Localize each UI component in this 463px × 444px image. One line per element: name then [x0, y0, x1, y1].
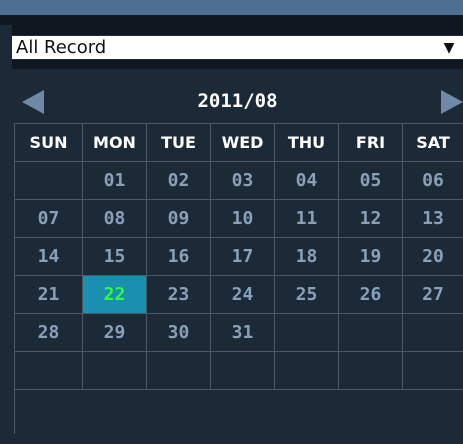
record-filter-area: All Record ▼: [12, 25, 463, 69]
day-cell[interactable]: [15, 352, 83, 390]
day-cell[interactable]: 15: [83, 238, 147, 276]
weekday-tue: TUE: [147, 124, 211, 162]
week-row-5: 28 29 30 31: [15, 314, 463, 352]
week-row-4: 21 22 23 24 25 26 27: [15, 276, 463, 314]
day-cell[interactable]: 19: [339, 238, 403, 276]
day-cell[interactable]: 26: [339, 276, 403, 314]
day-cell[interactable]: 02: [147, 162, 211, 200]
day-cell[interactable]: 04: [275, 162, 339, 200]
week-row-6: [15, 352, 463, 390]
top-bar: [0, 0, 463, 15]
day-cell[interactable]: 10: [211, 200, 275, 238]
day-cell[interactable]: 12: [339, 200, 403, 238]
day-cell[interactable]: 08: [83, 200, 147, 238]
day-cell[interactable]: 25: [275, 276, 339, 314]
day-cell[interactable]: 21: [15, 276, 83, 314]
weekday-thu: THU: [275, 124, 339, 162]
day-cell[interactable]: 11: [275, 200, 339, 238]
day-cell[interactable]: 28: [15, 314, 83, 352]
day-cell[interactable]: 05: [339, 162, 403, 200]
day-cell[interactable]: 06: [403, 162, 463, 200]
weekday-sun: SUN: [15, 124, 83, 162]
bottom-strip: [0, 434, 463, 444]
day-cell[interactable]: [275, 352, 339, 390]
day-cell[interactable]: [339, 314, 403, 352]
weekday-sat: SAT: [403, 124, 463, 162]
day-cell[interactable]: 31: [211, 314, 275, 352]
day-cell[interactable]: 16: [147, 238, 211, 276]
day-cell[interactable]: 07: [15, 200, 83, 238]
dropdown-arrow-icon[interactable]: ▼: [441, 40, 457, 56]
day-cell[interactable]: 01: [83, 162, 147, 200]
day-cell[interactable]: 03: [211, 162, 275, 200]
day-cell[interactable]: 29: [83, 314, 147, 352]
weekday-wed: WED: [211, 124, 275, 162]
weekday-fri: FRI: [339, 124, 403, 162]
record-filter-select[interactable]: All Record ▼: [12, 35, 463, 60]
calendar-title: 2011/08: [197, 90, 278, 112]
selected-day-cell[interactable]: 22: [83, 276, 147, 314]
weekday-header-row: SUN MON TUE WED THU FRI SAT: [15, 124, 463, 162]
week-row-3: 14 15 16 17 18 19 20: [15, 238, 463, 276]
day-cell[interactable]: 20: [403, 238, 463, 276]
day-cell[interactable]: [15, 162, 83, 200]
week-row-2: 07 08 09 10 11 12 13: [15, 200, 463, 238]
triangle-right-icon[interactable]: [441, 90, 463, 114]
top-bar-shade: [0, 15, 463, 25]
week-row-1: 01 02 03 04 05 06: [15, 162, 463, 200]
day-cell[interactable]: 30: [147, 314, 211, 352]
day-cell[interactable]: [339, 352, 403, 390]
day-cell[interactable]: [211, 352, 275, 390]
day-cell[interactable]: [275, 314, 339, 352]
day-cell[interactable]: 09: [147, 200, 211, 238]
day-cell[interactable]: [147, 352, 211, 390]
day-cell[interactable]: 18: [275, 238, 339, 276]
weekday-mon: MON: [83, 124, 147, 162]
day-cell[interactable]: [83, 352, 147, 390]
calendar-grid: SUN MON TUE WED THU FRI SAT 01 02 03 04 …: [14, 123, 463, 434]
day-cell[interactable]: 24: [211, 276, 275, 314]
day-cell[interactable]: 13: [403, 200, 463, 238]
day-cell[interactable]: [403, 314, 463, 352]
day-cell[interactable]: 17: [211, 238, 275, 276]
day-cell[interactable]: 23: [147, 276, 211, 314]
record-filter-value: All Record: [16, 37, 107, 58]
day-cell[interactable]: 14: [15, 238, 83, 276]
calendar-header: 2011/08: [12, 80, 463, 122]
day-cell[interactable]: 27: [403, 276, 463, 314]
day-cell[interactable]: [403, 352, 463, 390]
